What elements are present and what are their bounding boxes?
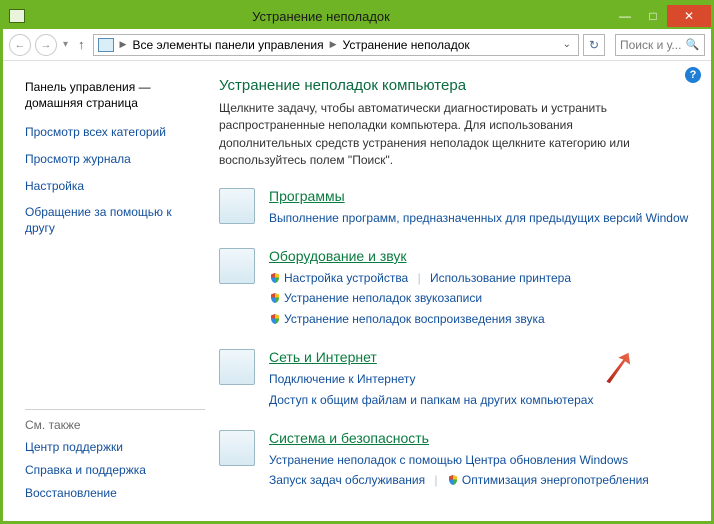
address-dropdown[interactable]: ⌄: [560, 39, 574, 50]
sidebar-link-view-history[interactable]: Просмотр журнала: [25, 152, 203, 168]
category-title-programs[interactable]: Программы: [269, 188, 345, 204]
system-icon: [219, 430, 255, 466]
category-title-network[interactable]: Сеть и Интернет: [269, 349, 377, 365]
category-system: Система и безопасность Устранение непола…: [219, 430, 697, 491]
search-icon: 🔍: [685, 38, 699, 51]
history-dropdown[interactable]: ▾: [61, 39, 70, 50]
back-button[interactable]: ←: [9, 34, 31, 56]
shield-icon: [269, 292, 281, 304]
refresh-button[interactable]: ↻: [583, 34, 605, 56]
app-icon: [9, 9, 25, 23]
category-hardware: Оборудование и звук Настройка устройства…: [219, 248, 697, 329]
search-placeholder: Поиск и у...: [620, 38, 681, 52]
category-programs: Программы Выполнение программ, предназна…: [219, 188, 697, 228]
link-maintenance-tasks[interactable]: Запуск задач обслуживания: [269, 473, 425, 487]
sidebar-link-view-all[interactable]: Просмотр всех категорий: [25, 125, 203, 141]
control-panel-icon: [98, 38, 114, 52]
shield-icon: [269, 272, 281, 284]
search-input[interactable]: Поиск и у... 🔍: [615, 34, 705, 56]
shield-icon: [447, 474, 459, 486]
category-title-system[interactable]: Система и безопасность: [269, 430, 429, 446]
see-also-title: См. также: [25, 418, 205, 432]
network-icon: [219, 349, 255, 385]
divider: [25, 409, 205, 410]
see-also: См. также Центр поддержки Справка и подд…: [25, 409, 205, 509]
window-title: Устранение неполадок: [31, 9, 611, 24]
see-also-help-support[interactable]: Справка и поддержка: [25, 463, 205, 477]
link-run-legacy-programs[interactable]: Выполнение программ, предназначенных для…: [269, 211, 688, 225]
sidebar-link-settings[interactable]: Настройка: [25, 179, 203, 195]
shield-icon: [269, 313, 281, 325]
link-audio-playback[interactable]: Устранение неполадок воспроизведения зву…: [284, 312, 545, 326]
navigation-bar: ← → ▾ ↑ ▶ Все элементы панели управления…: [3, 29, 711, 61]
programs-icon: [219, 188, 255, 224]
address-bar[interactable]: ▶ Все элементы панели управления ▶ Устра…: [93, 34, 579, 56]
body: Панель управления — домашняя страница Пр…: [3, 61, 711, 521]
breadcrumb-sep: ▶: [330, 39, 337, 50]
link-windows-update[interactable]: Устранение неполадок с помощью Центра об…: [269, 453, 628, 467]
control-panel-home-link[interactable]: Панель управления — домашняя страница: [25, 79, 203, 111]
forward-button[interactable]: →: [35, 34, 57, 56]
link-use-printer[interactable]: Использование принтера: [430, 271, 571, 285]
main-content: ? Устранение неполадок компьютера Щелкни…: [213, 61, 711, 521]
up-button[interactable]: ↑: [74, 37, 89, 52]
window-controls: — □ ✕: [611, 5, 711, 27]
breadcrumb-sep: ▶: [120, 39, 127, 50]
see-also-action-center[interactable]: Центр поддержки: [25, 440, 205, 454]
minimize-button[interactable]: —: [611, 5, 639, 27]
close-button[interactable]: ✕: [667, 5, 711, 27]
breadcrumb-current[interactable]: Устранение неполадок: [343, 38, 470, 52]
titlebar: Устранение неполадок — □ ✕: [3, 3, 711, 29]
sidebar: Панель управления — домашняя страница Пр…: [3, 61, 213, 521]
window: Устранение неполадок — □ ✕ ← → ▾ ↑ ▶ Все…: [0, 0, 714, 524]
link-audio-recording[interactable]: Устранение неполадок звукозаписи: [284, 291, 482, 305]
link-configure-device[interactable]: Настройка устройства: [284, 271, 408, 285]
category-title-hardware[interactable]: Оборудование и звук: [269, 248, 407, 264]
page-description: Щелкните задачу, чтобы автоматически диа…: [219, 100, 649, 170]
breadcrumb-root[interactable]: Все элементы панели управления: [132, 38, 323, 52]
maximize-button[interactable]: □: [639, 5, 667, 27]
link-shared-files[interactable]: Доступ к общим файлам и папкам на других…: [269, 393, 593, 407]
link-power-optimization[interactable]: Оптимизация энергопотребления: [462, 473, 649, 487]
see-also-recovery[interactable]: Восстановление: [25, 486, 205, 500]
help-icon[interactable]: ?: [685, 67, 701, 83]
sidebar-link-ask-friend[interactable]: Обращение за помощью к другу: [25, 205, 203, 236]
link-internet-connection[interactable]: Подключение к Интернету: [269, 372, 416, 386]
category-network: Сеть и Интернет Подключение к Интернету …: [219, 349, 697, 410]
hardware-icon: [219, 248, 255, 284]
page-title: Устранение неполадок компьютера: [219, 77, 697, 94]
